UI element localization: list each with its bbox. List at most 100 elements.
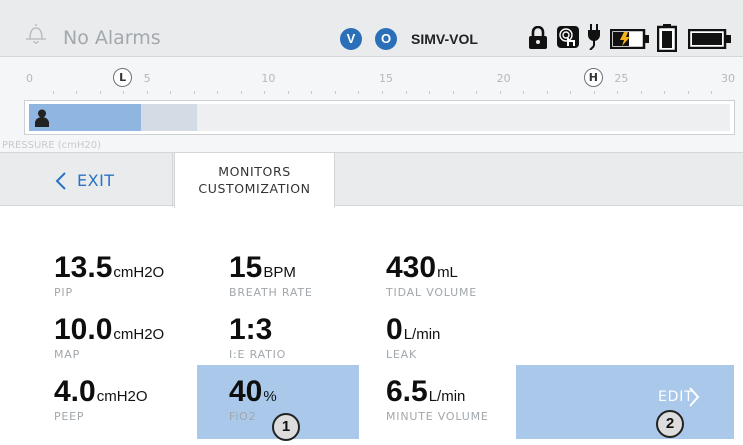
- monitor-tidal-volume[interactable]: 430mL TIDAL VOLUME: [386, 251, 477, 299]
- monitor-value: 13.5: [54, 251, 113, 284]
- battery-charging-icon: [610, 29, 649, 49]
- chevron-left-icon: [55, 172, 66, 190]
- pressure-minor-tick: [617, 91, 619, 94]
- monitor-unit: BPM: [263, 264, 296, 281]
- monitor-name: FiO2: [229, 410, 257, 423]
- pressure-minor-tick: [687, 91, 689, 94]
- low-pressure-limit-marker[interactable]: L: [113, 68, 133, 87]
- pressure-minor-tick: [193, 91, 195, 94]
- lock-icon[interactable]: [528, 26, 548, 50]
- pressure-tick-label: 5: [143, 72, 151, 85]
- tab-label: MONITORS CUSTOMIZATION: [198, 164, 311, 196]
- pressure-tick-label: 30: [721, 72, 735, 85]
- monitor-name: LEAK: [386, 348, 418, 361]
- pressure-minor-tick: [570, 91, 572, 94]
- monitor-name: MAP: [54, 348, 81, 361]
- pressure-minor-tick: [123, 91, 125, 94]
- monitor-name: PEEP: [54, 410, 85, 423]
- monitor-minute-volume[interactable]: 6.5L/min MINUTE VOLUME: [386, 375, 489, 423]
- pressure-minor-tick: [711, 91, 713, 94]
- external-battery-icon: [688, 29, 731, 49]
- edit-button[interactable]: EDIT: [516, 365, 734, 439]
- monitor-pip[interactable]: 13.5cmH2O PIP: [54, 251, 164, 299]
- monitor-ie-ratio[interactable]: 1:3 I:E RATIO: [229, 313, 286, 361]
- monitor-unit: %: [263, 388, 277, 405]
- pressure-tick-label: 25: [614, 72, 629, 85]
- pressure-minor-tick: [546, 91, 548, 94]
- touch-lock-icon[interactable]: [556, 25, 580, 49]
- ventilation-mode: SIMV-VOL: [411, 31, 478, 47]
- monitor-peep[interactable]: 4.0cmH2O PEEP: [54, 375, 148, 423]
- monitor-unit: L/min: [428, 388, 466, 405]
- pressure-minor-tick: [476, 91, 478, 94]
- monitor-unit: L/min: [403, 326, 441, 343]
- monitor-value: 15: [229, 251, 263, 284]
- monitor-leak[interactable]: 0L/min LEAK: [386, 313, 440, 361]
- pressure-minor-tick: [664, 91, 666, 94]
- pressure-tick-label: 15: [379, 72, 393, 85]
- pressure-minor-tick: [287, 91, 289, 94]
- pressure-minor-tick: [264, 91, 266, 94]
- chevron-right-icon: [689, 387, 700, 407]
- monitor-fio2[interactable]: 40% FiO2: [229, 375, 277, 423]
- monitor-name: PIP: [54, 286, 73, 299]
- monitor-unit: mL: [437, 264, 458, 281]
- pressure-minor-tick: [452, 91, 454, 94]
- status-bar: No Alarms V O SIMV-VOL: [0, 0, 743, 57]
- callout-1: 1: [272, 413, 300, 441]
- monitor-value: 40: [229, 375, 263, 408]
- high-pressure-limit-marker[interactable]: H: [583, 68, 603, 87]
- pressure-tick-label: 0: [26, 72, 33, 85]
- exit-button[interactable]: EXIT: [0, 153, 173, 207]
- callout-2: 2: [656, 410, 684, 438]
- mode-badge-o: O: [375, 28, 397, 50]
- pressure-gauge: 0 5 10 15 20 25 30 L H PRESSURE (cmH20): [0, 57, 743, 152]
- monitor-unit: cmH2O: [96, 388, 148, 405]
- ac-power-icon: [588, 24, 600, 50]
- pressure-minor-tick: [170, 91, 172, 94]
- monitor-value: 430: [386, 251, 437, 284]
- monitor-name: I:E RATIO: [229, 348, 287, 361]
- pressure-minor-tick: [499, 91, 501, 94]
- pressure-minor-tick: [146, 91, 148, 94]
- pressure-minor-tick: [358, 91, 360, 94]
- monitor-value: 6.5: [386, 375, 428, 408]
- pressure-minor-tick: [52, 91, 54, 94]
- pressure-minor-tick: [334, 91, 336, 94]
- monitor-unit: cmH2O: [113, 264, 165, 281]
- battery-full-icon: [657, 24, 677, 52]
- pressure-bar: [24, 100, 735, 135]
- monitor-name: BREATH RATE: [229, 286, 313, 299]
- mode-badge-v: V: [340, 28, 362, 50]
- tab-monitors-customization[interactable]: MONITORS CUSTOMIZATION: [174, 152, 335, 208]
- pressure-minor-tick: [311, 91, 313, 94]
- bell-icon: [26, 24, 46, 44]
- pressure-axis-label: PRESSURE (cmH20): [2, 140, 102, 151]
- pressure-minor-tick: [217, 91, 219, 94]
- pressure-tick-label: 10: [261, 72, 276, 85]
- exit-label: EXIT: [77, 171, 115, 190]
- patient-icon: [35, 109, 49, 127]
- monitor-breath-rate[interactable]: 15BPM BREATH RATE: [229, 251, 313, 299]
- pressure-minor-tick: [523, 91, 525, 94]
- pressure-minor-tick: [382, 91, 383, 94]
- monitor-value: 0: [386, 313, 403, 346]
- pressure-minor-tick: [99, 91, 101, 94]
- monitor-map[interactable]: 10.0cmH2O MAP: [54, 313, 164, 361]
- tab-bar: EXIT MONITORS CUSTOMIZATION: [0, 152, 743, 208]
- monitor-name: MINUTE VOLUME: [386, 410, 489, 423]
- monitor-name: TIDAL VOLUME: [386, 286, 478, 299]
- pressure-minor-tick: [640, 91, 642, 94]
- pressure-tick-label: 20: [496, 72, 511, 85]
- pressure-minor-tick: [429, 91, 431, 94]
- monitor-value: 10.0: [54, 313, 113, 346]
- pressure-minor-tick: [593, 91, 595, 94]
- monitor-unit: cmH2O: [113, 326, 165, 343]
- monitor-value: 1:3: [229, 313, 273, 346]
- pressure-minor-tick: [405, 91, 407, 94]
- pressure-minor-tick: [240, 91, 242, 94]
- pressure-minor-tick: [76, 91, 78, 94]
- alarm-status-text: No Alarms: [63, 27, 161, 49]
- pressure-bar-track: [29, 104, 730, 131]
- monitor-value: 4.0: [54, 375, 96, 408]
